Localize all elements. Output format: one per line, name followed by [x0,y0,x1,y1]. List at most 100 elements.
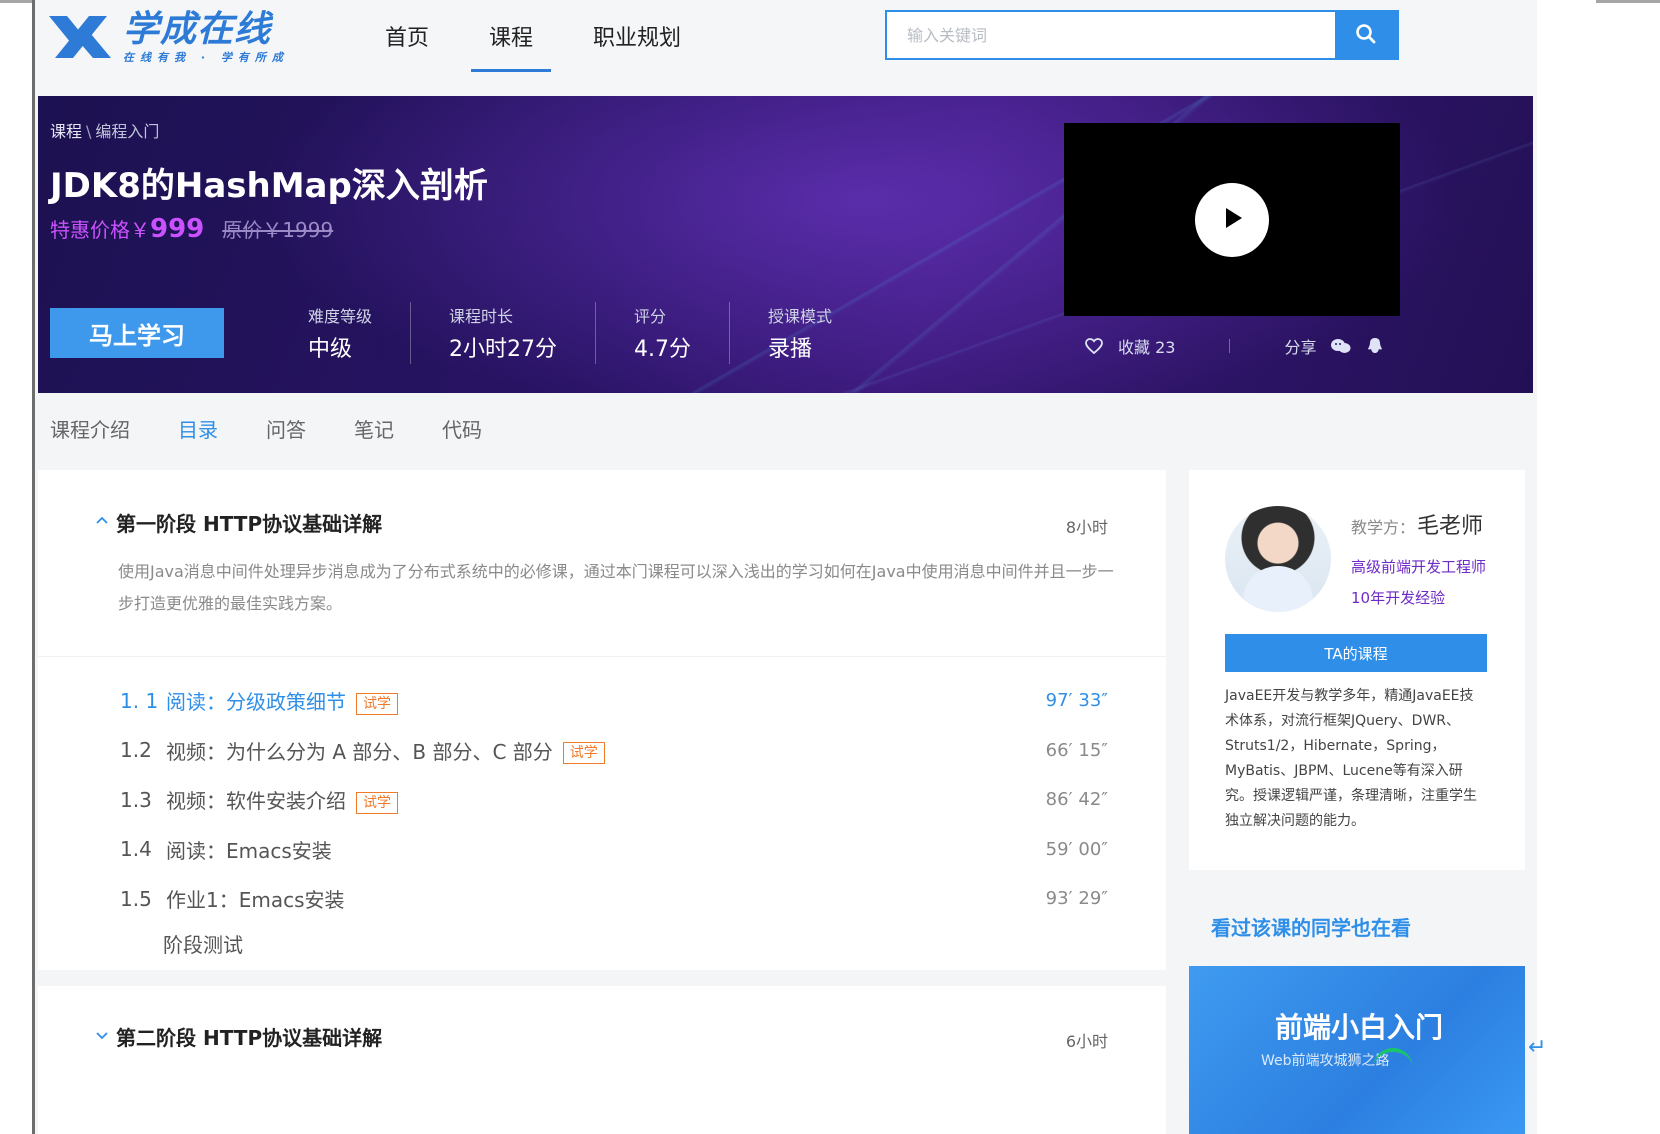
share-label: 分享 [1284,338,1317,357]
course-title: JDK8的HashMap深入剖析 [50,166,488,206]
divider [38,656,1166,657]
teacher-role-label: 教学方： [1351,518,1416,537]
stage-header[interactable]: 第一阶段 HTTP协议基础详解 [94,508,382,537]
stage-title: 第一阶段 HTTP协议基础详解 [116,512,383,536]
wechat-icon[interactable] [1330,337,1352,355]
qq-icon[interactable] [1366,336,1384,356]
search-bar [885,10,1399,60]
teacher-description: JavaEE开发与教学多年，精通JavaEE技术体系，对流行框架JQuery、D… [1225,688,1477,829]
breadcrumb: 课程 \ 编程入门 [50,118,159,142]
teacher-card: 教学方：毛老师 高级前端开发工程师 10年开发经验 TA的课程 JavaEE开发… [1189,470,1525,870]
lesson-title-wrap: 阅读：分级政策细节 试学 [166,686,398,715]
trial-badge: 试学 [562,742,605,765]
promo-card[interactable]: 前端小白入门 Web前端攻城狮之路 [1189,966,1525,1134]
tab-intro[interactable]: 课程介绍 [50,414,130,443]
course-banner: 课程 \ 编程入门 JDK8的HashMap深入剖析 特惠价格￥999 原价￥199… [38,96,1533,393]
lesson-item[interactable]: 1.5 作业1：Emacs安装 93′ 29″ [38,874,1166,924]
avatar[interactable] [1225,506,1331,612]
play-icon [1216,202,1248,238]
logo-slogan: 在线有我 · 学有所成 [123,50,289,64]
nav-item-courses[interactable]: 课程 [471,18,552,72]
lesson-number: 1.4 [120,837,152,862]
lesson-title: 视频：软件安装介绍 [166,789,346,814]
lesson-item[interactable]: 1.3 视频：软件安装介绍 试学 86′ 42″ [38,775,1166,825]
meta-duration: 课程时长 2小时27分 [410,302,595,364]
nav-item-career[interactable]: 职业规划 [593,18,681,64]
start-learning-button[interactable]: 马上学习 [50,308,224,358]
lesson-number: 1. 1 [120,688,159,713]
social-actions: 收藏 23 分享 [1084,334,1384,358]
meta-value: 录播 [768,337,813,362]
lesson-time: 93′ 29″ [1045,888,1108,910]
stage-card: 第一阶段 HTTP协议基础详解 8小时 使用Java消息中间件处理异步消息成为了… [38,470,1166,970]
catalog: 第一阶段 HTTP协议基础详解 8小时 使用Java消息中间件处理异步消息成为了… [38,470,1166,1134]
tab-notes[interactable]: 笔记 [354,414,394,443]
stage-test[interactable]: 阶段测试 [163,929,243,958]
teacher-name-value: 毛老师 [1417,514,1484,539]
discount-price: 特惠价格￥999 [50,214,204,244]
logo[interactable]: 学成在线 在线有我 · 学有所成 [45,6,305,68]
meta-rating: 评分 4.7分 [595,302,729,364]
breadcrumb-parent[interactable]: 课程 [50,122,82,141]
trial-badge: 试学 [356,692,398,715]
lesson-title: 视频：为什么分为 A 部分、B 部分、C 部分 [166,739,553,764]
lesson-item[interactable]: 1. 1 阅读：分级政策细节 试学 97′ 33″ [38,676,1166,726]
lesson-item[interactable]: 1.2 视频：为什么分为 A 部分、B 部分、C 部分 试学 66′ 15″ [38,726,1166,776]
teacher-experience: 10年开发经验 [1351,589,1446,607]
meta-value: 4.7分 [634,337,692,362]
teacher-title: 高级前端开发工程师 [1351,558,1487,576]
lesson-item[interactable]: 1.4 阅读：Emacs安装 59′ 00″ [38,825,1166,875]
stage-duration: 6小时 [1065,1032,1108,1051]
stage-duration: 8小时 [1065,518,1108,537]
top-left-border [0,0,32,3]
play-button[interactable] [1195,182,1269,257]
lesson-time: 59′ 00″ [1045,838,1108,860]
page: 学成在线 在线有我 · 学有所成 首页 课程 职业规划 课程\编 [32,0,1537,1134]
logo-mark-icon [45,10,115,64]
promo-subtitle: Web前端攻城狮之路 [1261,1053,1390,1069]
search-input[interactable] [887,12,1335,58]
stage-card: 第二阶段 HTTP协议基础详解 6小时 [38,986,1166,1134]
course-meta: 难度等级 中级 课程时长 2小时27分 评分 4.7分 授课模式 录播 [308,302,870,364]
meta-label: 难度等级 [308,307,373,326]
original-price: 原价￥1999 [222,218,334,242]
discount-price-label: 特惠价格￥ [50,218,150,242]
lesson-number: 1.2 [120,738,152,763]
lesson-number: 1.3 [120,787,152,812]
lesson-title: 阅读：分级政策细节 [166,690,346,715]
chevron-down-icon [94,1027,110,1047]
stage-title: 第二阶段 HTTP协议基础详解 [116,1026,383,1050]
sidebar: 教学方：毛老师 高级前端开发工程师 10年开发经验 TA的课程 JavaEE开发… [1189,470,1525,1134]
stage-header[interactable]: 第二阶段 HTTP协议基础详解 [94,1022,382,1051]
pricing: 特惠价格￥999 原价￥1999 [50,214,333,244]
lesson-title-wrap: 视频：为什么分为 A 部分、B 部分、C 部分 试学 [166,736,605,765]
header: 学成在线 在线有我 · 学有所成 首页 课程 职业规划 [35,0,1537,96]
return-arrow-icon: ↵ [1528,1035,1547,1060]
heart-icon[interactable] [1084,337,1104,355]
lesson-title: 阅读：Emacs安装 [166,838,332,863]
nav-item-home[interactable]: 首页 [385,18,429,64]
teacher-courses-button[interactable]: TA的课程 [1225,634,1487,672]
tab-catalog[interactable]: 目录 [178,414,218,443]
stage-description: 使用Java消息中间件处理异步消息成为了分布式系统中的必修课，通过本门课程可以深… [118,562,1114,613]
meta-label: 课程时长 [449,307,514,326]
divider [1229,339,1231,353]
meta-value: 中级 [308,337,353,362]
tab-code[interactable]: 代码 [442,414,482,443]
search-button[interactable] [1335,12,1397,58]
lesson-number: 1.5 [120,886,152,911]
search-icon [1354,22,1378,49]
video-preview[interactable] [1064,123,1400,316]
lesson-title-wrap: 作业1：Emacs安装 [166,884,345,913]
lesson-title: 作业1：Emacs安装 [166,888,345,913]
top-right-border [1596,0,1660,3]
tab-qa[interactable]: 问答 [266,414,306,443]
lesson-time: 66′ 15″ [1045,739,1108,761]
breadcrumb-current[interactable]: 编程入门 [95,122,159,141]
meta-label: 评分 [634,307,667,326]
teacher-meta: 教学方：毛老师 高级前端开发工程师 10年开发经验 [1351,508,1521,608]
breadcrumb-separator: \ [86,122,92,141]
chevron-up-icon [94,513,110,533]
favorite-count[interactable]: 收藏 23 [1118,334,1175,358]
lesson-title-wrap: 视频：软件安装介绍 试学 [166,785,398,814]
